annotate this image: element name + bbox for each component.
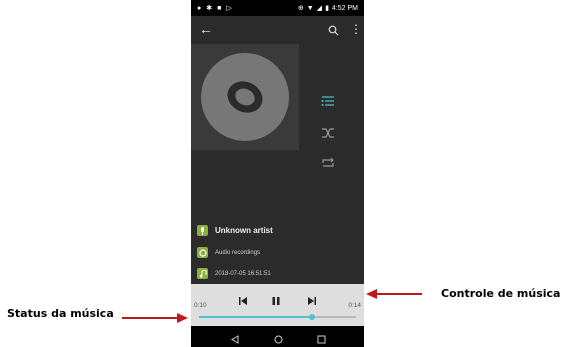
microphone-icon [197, 225, 208, 236]
repeat-icon[interactable] [321, 156, 343, 172]
arrow-left-icon[interactable]: ← [199, 22, 213, 36]
signal-icon: ◢ [316, 4, 323, 12]
album-row: Audio recordings [197, 247, 260, 258]
sync-icon: ⊕ [297, 4, 304, 12]
track-title: 2018-07-05 16:51:51 [215, 270, 271, 277]
notification-icon: ● [197, 4, 202, 12]
play-store-icon: ▷ [226, 4, 232, 12]
status-bar: ● ✱ ■ ▷ ⊕ ▼ ◢ ▮ 4:52 PM [191, 0, 364, 16]
music-note-icon [197, 268, 208, 279]
settings-icon: ✱ [206, 4, 213, 12]
more-vert-icon[interactable]: ⋮ [350, 22, 362, 36]
shuffle-icon[interactable] [321, 126, 343, 142]
next-icon[interactable] [307, 293, 321, 305]
album-name: Audio recordings [215, 249, 261, 256]
control-arrow-icon [366, 289, 422, 299]
music-status-label: Status da música [7, 307, 114, 320]
duration-time: 0:14 [348, 302, 361, 309]
seek-bar[interactable] [199, 314, 356, 320]
playback-controls: 0:10 0:14 [191, 284, 364, 326]
album-icon [197, 247, 208, 258]
search-icon[interactable] [328, 23, 339, 41]
phone-screen: ● ✱ ■ ▷ ⊕ ▼ ◢ ▮ 4:52 PM ← ⋮ Unknown arti… [191, 0, 364, 347]
nav-home-icon[interactable] [274, 331, 283, 347]
seek-bar-progress [199, 316, 313, 318]
music-control-label: Controle de música [441, 287, 561, 300]
nav-recents-icon[interactable] [317, 331, 326, 347]
image-icon: ■ [217, 4, 222, 12]
status-arrow-icon [122, 313, 188, 323]
app-bar: ← ⋮ [191, 16, 364, 44]
pause-icon[interactable] [271, 293, 285, 305]
navigation-bar [191, 326, 364, 347]
seek-bar-thumb[interactable] [309, 314, 316, 320]
elapsed-time: 0:10 [194, 302, 207, 309]
previous-icon[interactable] [238, 293, 252, 305]
wifi-icon: ▼ [306, 4, 314, 12]
status-time: 4:52 PM [331, 4, 358, 12]
artist-row: Unknown artist [197, 225, 273, 236]
album-art [191, 44, 299, 150]
nav-back-icon[interactable] [231, 331, 239, 347]
playlist-icon[interactable] [321, 94, 343, 110]
battery-icon: ▮ [325, 4, 329, 12]
disc-icon [201, 53, 289, 141]
artist-name: Unknown artist [215, 226, 273, 235]
title-row: 2018-07-05 16:51:51 [197, 268, 271, 279]
